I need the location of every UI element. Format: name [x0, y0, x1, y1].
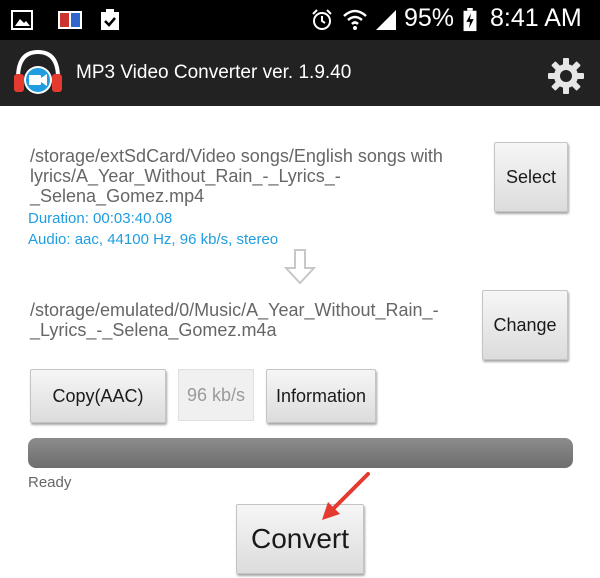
clock: 8:41 AM [490, 4, 582, 32]
status-bar: 95% 8:41 AM [0, 0, 600, 40]
signal-icon [376, 10, 396, 30]
format-button[interactable]: Copy(AAC) [30, 369, 166, 423]
source-path-line: _Selena_Gomez.mp4 [30, 186, 205, 206]
battery-charging-icon [463, 8, 477, 32]
output-path-line: _Lyrics_-_Selena_Gomez.m4a [30, 320, 277, 340]
source-info: Duration: 00:03:40.08 Audio: aac, 44100 … [28, 208, 278, 250]
source-path-line: lyrics/A_Year_Without_Rain_-_Lyrics_- [30, 166, 341, 186]
app-title: MP3 Video Converter ver. 1.9.40 [76, 62, 352, 83]
alarm-icon [312, 9, 332, 30]
source-path-line: /storage/extSdCard/Video songs/English s… [30, 146, 443, 166]
app-bar: MP3 Video Converter ver. 1.9.40 [0, 40, 600, 106]
image-icon [11, 10, 33, 30]
bitrate-field[interactable]: 96 kb/s [178, 369, 254, 421]
gear-icon[interactable] [546, 56, 586, 96]
arrow-down-icon [283, 249, 317, 285]
progress-bar [28, 438, 573, 468]
wifi-icon [343, 9, 367, 30]
status-text: Ready [28, 474, 72, 491]
audio-info-text: Audio: aac, 44100 Hz, 96 kb/s, stereo [28, 231, 279, 248]
select-button[interactable]: Select [494, 142, 568, 212]
output-path-line: /storage/emulated/0/Music/A_Year_Without… [30, 300, 439, 320]
annotation-arrow-icon [322, 472, 370, 520]
information-button[interactable]: Information [266, 369, 376, 423]
change-button[interactable]: Change [482, 290, 568, 360]
headphones-video-logo-icon [14, 49, 62, 94]
duration-text: Duration: 00:03:40.08 [28, 210, 173, 227]
source-path: /storage/extSdCard/Video songs/English s… [30, 146, 443, 206]
battery-percent: 95% [404, 4, 455, 32]
output-path: /storage/emulated/0/Music/A_Year_Without… [30, 300, 439, 340]
book-icon [58, 11, 82, 29]
clipboard-check-icon [101, 9, 119, 30]
